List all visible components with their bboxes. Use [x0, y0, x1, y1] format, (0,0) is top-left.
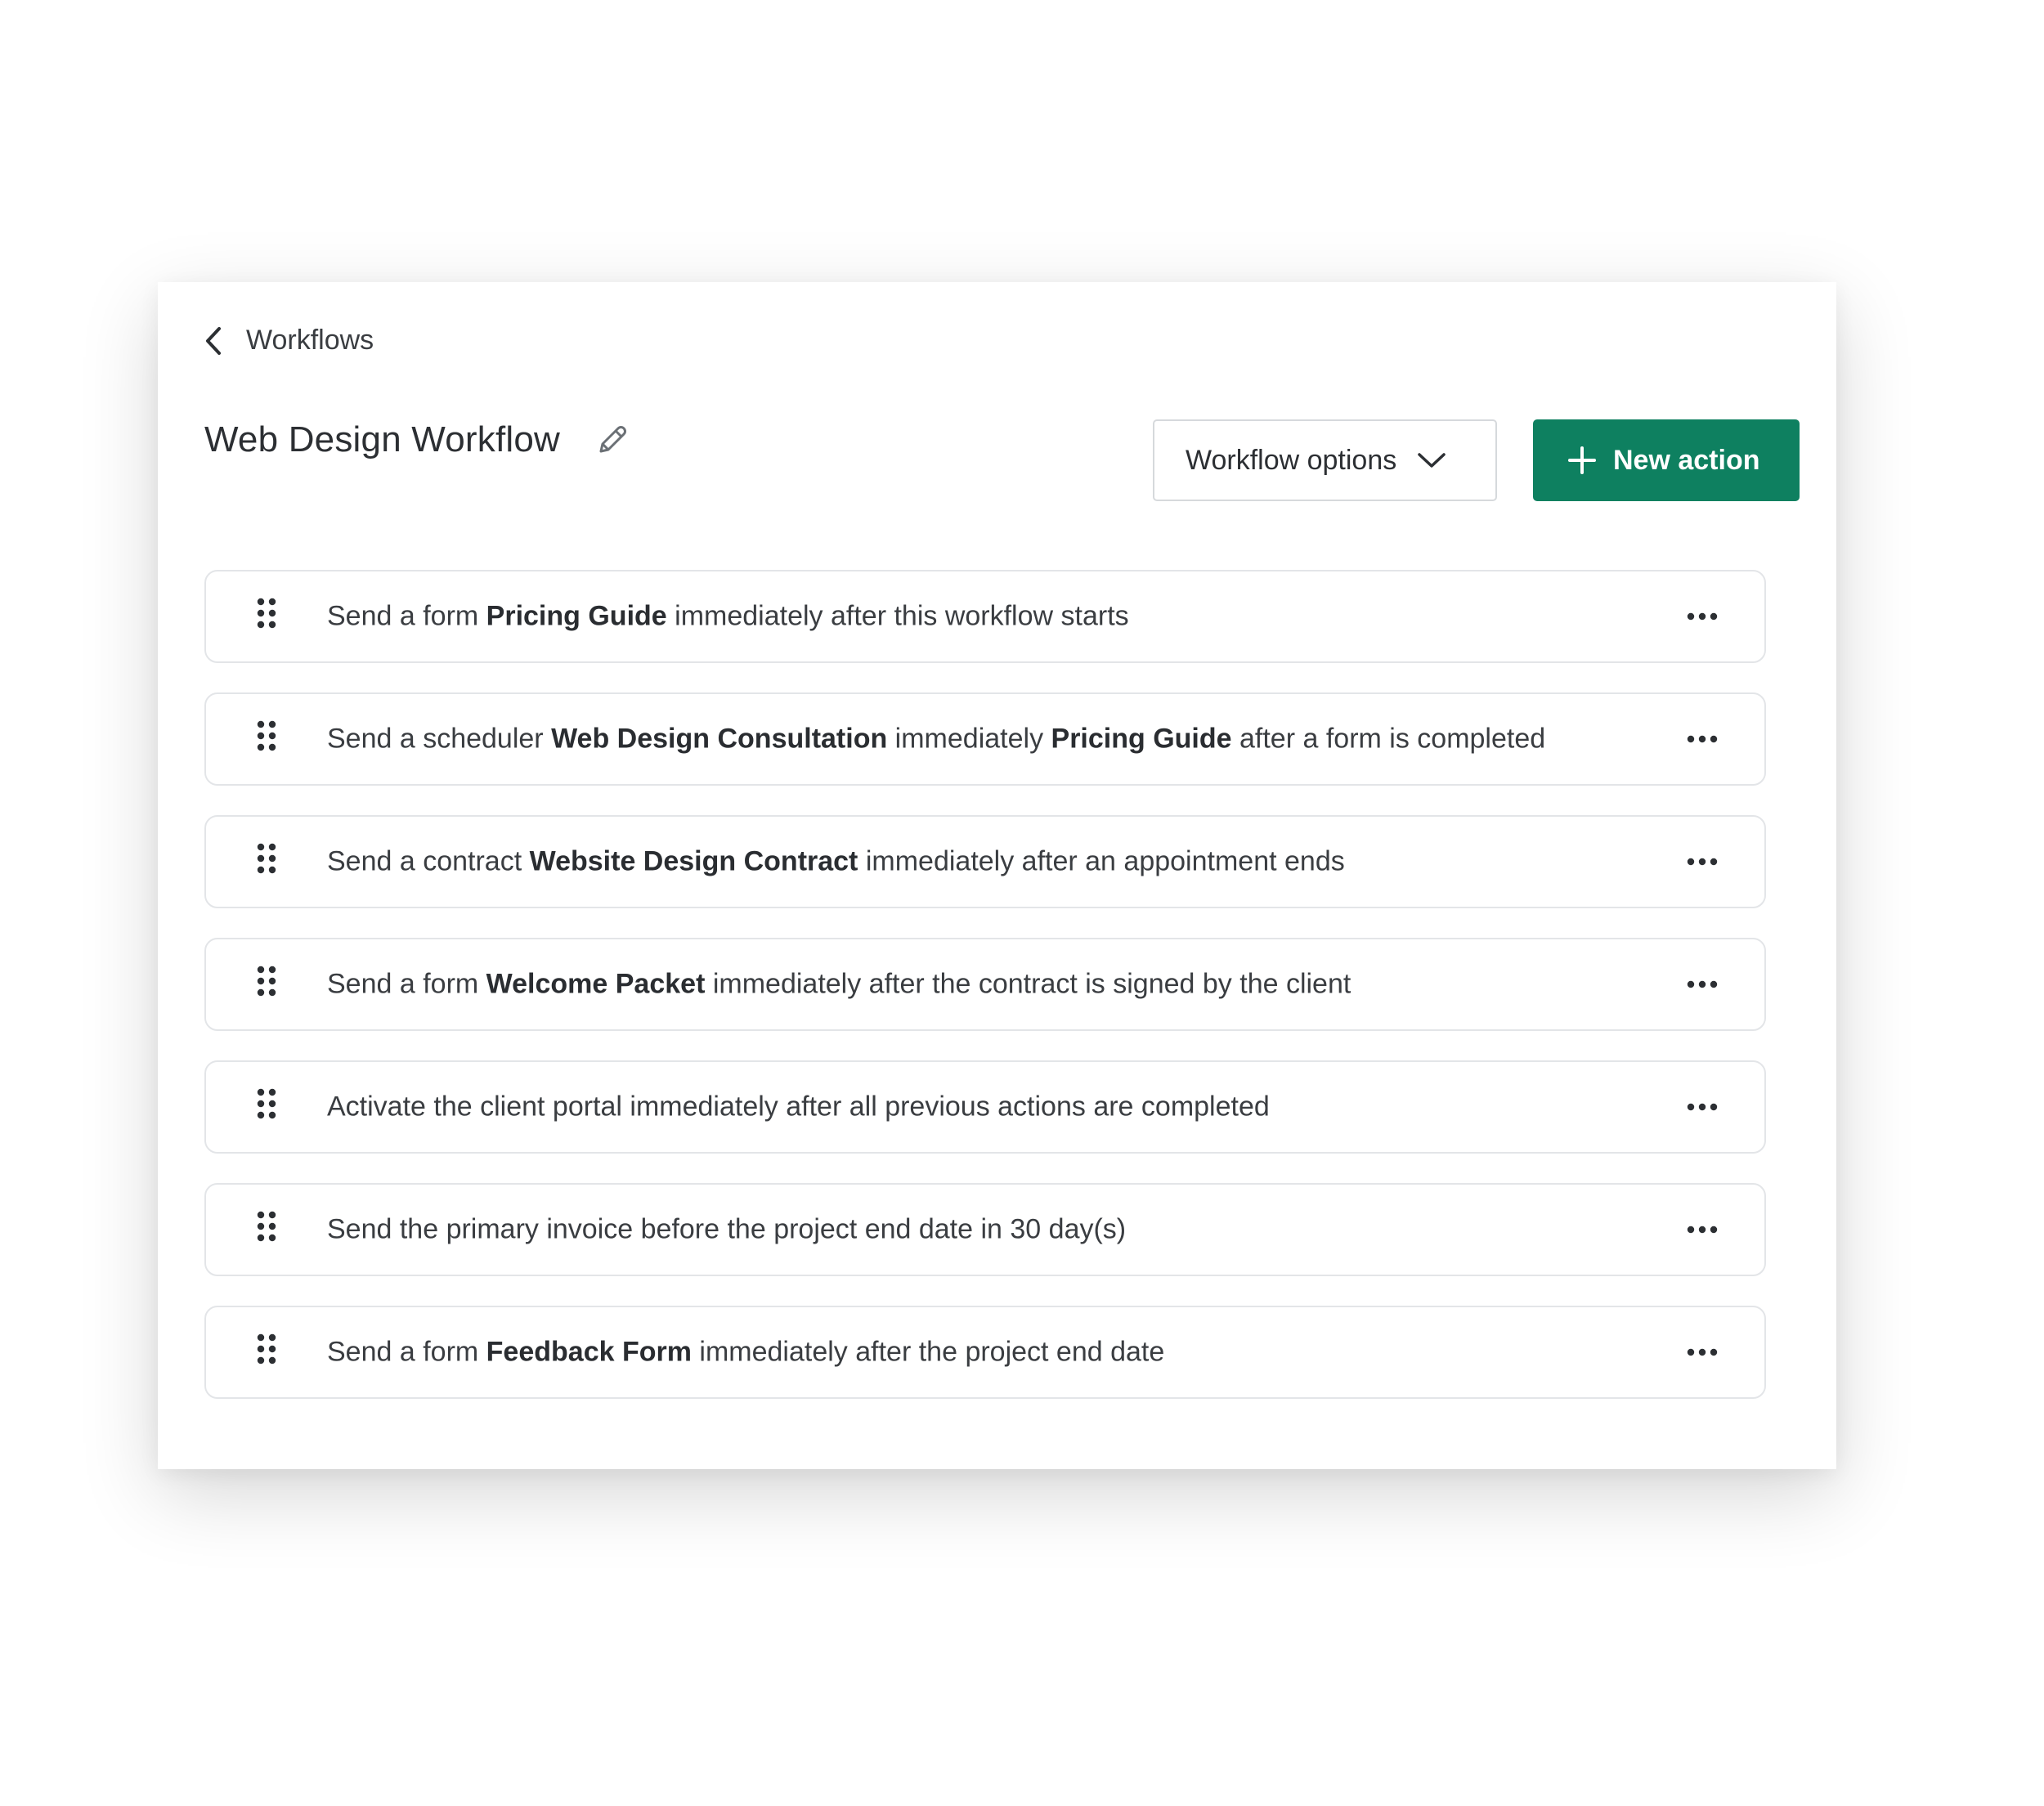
action-text-segment: Send a contract: [327, 845, 530, 877]
more-horizontal-icon[interactable]: [1686, 979, 1719, 989]
more-horizontal-icon[interactable]: [1686, 612, 1719, 621]
action-text-segment: Send a form: [327, 1336, 486, 1368]
chevron-left-icon: [204, 325, 223, 356]
back-to-workflows-link[interactable]: Workflows: [204, 325, 374, 356]
action-text-segment: Send a form: [327, 968, 486, 1000]
workflow-options-label: Workflow options: [1186, 444, 1397, 476]
action-row[interactable]: Activate the client portal immediately a…: [204, 1060, 1766, 1154]
action-row[interactable]: Send the primary invoice before the proj…: [204, 1183, 1766, 1276]
drag-handle-icon[interactable]: [255, 597, 278, 636]
action-description: Send a contract Website Design Contract …: [327, 846, 1345, 878]
action-item-name: Pricing Guide: [486, 600, 667, 632]
action-item-name: Feedback Form: [486, 1336, 692, 1368]
action-text-segment: immediately after the project end date: [691, 1336, 1165, 1368]
more-horizontal-icon[interactable]: [1686, 734, 1719, 744]
pencil-icon[interactable]: [594, 422, 630, 458]
action-item-name: Web Design Consultation: [551, 723, 888, 755]
action-text-segment: immediately after this workflow starts: [666, 600, 1129, 632]
drag-handle-icon[interactable]: [255, 965, 278, 1004]
action-row[interactable]: Send a form Pricing Guide immediately af…: [204, 570, 1766, 663]
action-item-name: Website Design Contract: [529, 845, 858, 877]
action-text-segment: after a form is completed: [1231, 723, 1546, 755]
chevron-down-icon: [1416, 450, 1447, 470]
more-horizontal-icon[interactable]: [1686, 857, 1719, 867]
drag-handle-icon[interactable]: [255, 1210, 278, 1249]
title-row: Web Design Workflow: [204, 419, 630, 460]
drag-handle-icon[interactable]: [255, 719, 278, 759]
action-text-segment: immediately: [887, 723, 1051, 755]
action-text-segment: Send the primary invoice before the proj…: [327, 1213, 1127, 1245]
action-description: Send the primary invoice before the proj…: [327, 1214, 1126, 1246]
back-link-label: Workflows: [246, 325, 374, 356]
action-description: Send a form Feedback Form immediately af…: [327, 1337, 1164, 1369]
action-text-segment: Send a form: [327, 600, 486, 632]
drag-handle-icon[interactable]: [255, 1333, 278, 1372]
workflow-options-dropdown[interactable]: Workflow options: [1153, 419, 1497, 501]
action-description: Send a scheduler Web Design Consultation…: [327, 724, 1545, 755]
new-action-label: New action: [1613, 444, 1760, 476]
action-text-segment: Send a scheduler: [327, 723, 552, 755]
new-action-button[interactable]: New action: [1533, 419, 1800, 501]
action-description: Activate the client portal immediately a…: [327, 1091, 1270, 1123]
action-item-name: Welcome Packet: [486, 968, 706, 1000]
page-title: Web Design Workflow: [204, 419, 560, 459]
workflow-card: Workflows Web Design Workflow Workflow o…: [158, 282, 1836, 1469]
action-row[interactable]: Send a form Welcome Packet immediately a…: [204, 938, 1766, 1031]
action-row[interactable]: Send a contract Website Design Contract …: [204, 815, 1766, 908]
more-horizontal-icon[interactable]: [1686, 1225, 1719, 1235]
plus-icon: [1567, 446, 1597, 475]
action-row[interactable]: Send a form Feedback Form immediately af…: [204, 1306, 1766, 1399]
more-horizontal-icon[interactable]: [1686, 1347, 1719, 1357]
drag-handle-icon[interactable]: [255, 842, 278, 881]
action-row[interactable]: Send a scheduler Web Design Consultation…: [204, 692, 1766, 786]
action-description: Send a form Pricing Guide immediately af…: [327, 601, 1129, 633]
action-text-segment: immediately after an appointment ends: [858, 845, 1345, 877]
action-item-name: Pricing Guide: [1051, 723, 1232, 755]
drag-handle-icon[interactable]: [255, 1087, 278, 1127]
action-description: Send a form Welcome Packet immediately a…: [327, 969, 1351, 1001]
more-horizontal-icon[interactable]: [1686, 1102, 1719, 1112]
action-text-segment: Activate the client portal immediately a…: [327, 1091, 1270, 1123]
action-text-segment: immediately after the contract is signed…: [705, 968, 1351, 1000]
